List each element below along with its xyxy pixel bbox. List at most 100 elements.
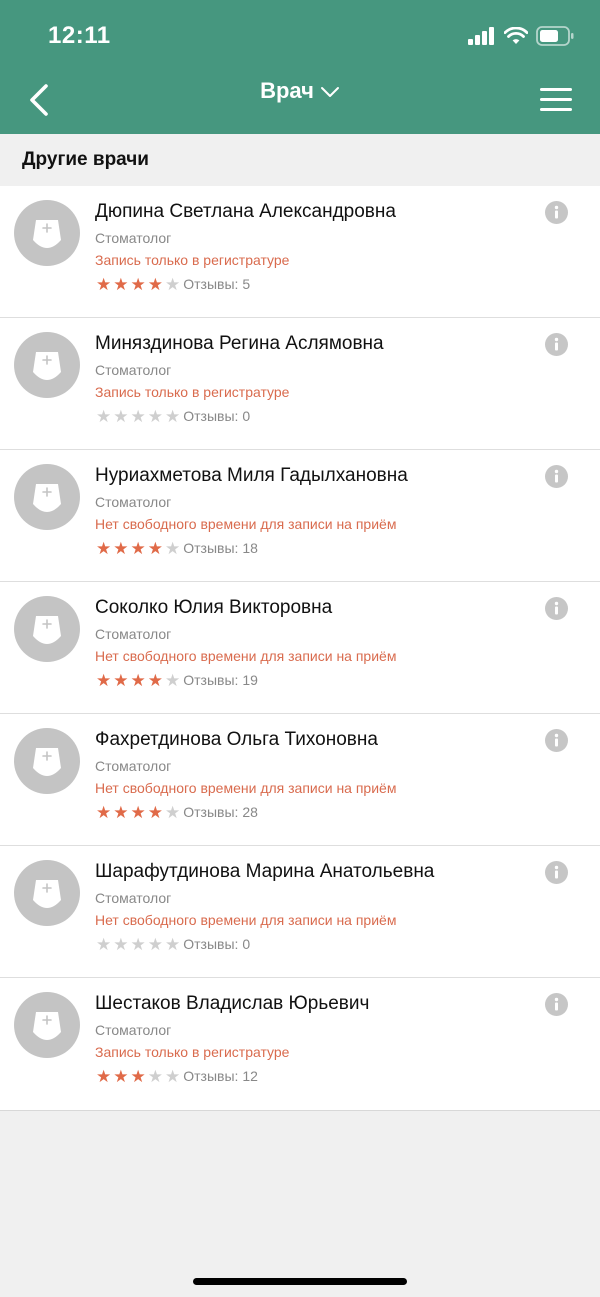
booking-status: Запись только в регистратуре <box>95 252 290 268</box>
star-icon: ★ <box>96 802 112 822</box>
info-button[interactable] <box>545 201 568 224</box>
doctor-specialty: Стоматолог <box>95 362 172 378</box>
star-icon: ★ <box>96 538 112 558</box>
page-title: Врач <box>260 78 314 103</box>
doctor-name: Фахретдинова Ольга Тихоновна <box>95 729 378 750</box>
doctor-list-item[interactable]: Шестаков Владислав Юрьевич Стоматолог За… <box>0 978 600 1110</box>
info-button[interactable] <box>545 993 568 1016</box>
rating: ★ ★ ★ ★ ★ Отзывы: 0 <box>95 935 540 953</box>
booking-status: Нет свободного времени для записи на при… <box>95 912 397 928</box>
star-icon: ★ <box>147 538 163 558</box>
title-dropdown[interactable]: Врач <box>0 78 600 104</box>
rating-stars: ★ ★ ★ ★ ★ <box>96 540 180 557</box>
star-icon: ★ <box>96 1066 112 1086</box>
reviews-number: 0 <box>242 408 251 424</box>
reviews-count: Отзывы: 12 <box>183 1068 258 1084</box>
info-icon <box>554 337 559 351</box>
doctor-name: Нуриахметова Миля Гадылхановна <box>95 465 408 486</box>
booking-status: Нет свободного времени для записи на при… <box>95 648 397 664</box>
reviews-count: Отзывы: 0 <box>183 408 250 424</box>
doctor-list-item[interactable]: Фахретдинова Ольга Тихоновна Стоматолог … <box>0 714 600 846</box>
star-icon: ★ <box>113 274 129 294</box>
info-button[interactable] <box>545 861 568 884</box>
star-icon: ★ <box>96 670 112 690</box>
booking-status: Нет свободного времени для записи на при… <box>95 780 397 796</box>
reviews-label: Отзывы: <box>183 1068 239 1084</box>
star-icon: ★ <box>113 802 129 822</box>
reviews-count: Отзывы: 28 <box>183 804 258 820</box>
star-icon: ★ <box>165 538 181 558</box>
doctor-specialty: Стоматолог <box>95 230 172 246</box>
reviews-count: Отзывы: 18 <box>183 540 258 556</box>
rating: ★ ★ ★ ★ ★ Отзывы: 0 <box>95 407 540 425</box>
rating-stars: ★ ★ ★ ★ ★ <box>96 408 180 425</box>
star-icon: ★ <box>147 934 163 954</box>
status-time: 12:11 <box>48 22 111 49</box>
reviews-number: 28 <box>242 804 258 820</box>
star-icon: ★ <box>130 274 146 294</box>
doctor-name: Дюпина Светлана Александровна <box>95 201 396 222</box>
doctor-list-item[interactable]: Шарафутдинова Марина Анатольевна Стомато… <box>0 846 600 978</box>
doctor-name: Шестаков Владислав Юрьевич <box>95 993 370 1014</box>
reviews-label: Отзывы: <box>183 672 239 688</box>
menu-button[interactable] <box>538 84 576 114</box>
doctor-specialty: Стоматолог <box>95 1022 172 1038</box>
rating: ★ ★ ★ ★ ★ Отзывы: 5 <box>95 275 540 293</box>
reviews-label: Отзывы: <box>183 936 239 952</box>
info-icon <box>554 469 559 483</box>
star-icon: ★ <box>96 274 112 294</box>
battery-icon <box>536 26 574 46</box>
doctor-specialty: Стоматолог <box>95 494 172 510</box>
star-icon: ★ <box>165 802 181 822</box>
doctor-avatar-icon <box>14 200 80 266</box>
home-indicator[interactable] <box>193 1278 407 1285</box>
star-icon: ★ <box>96 934 112 954</box>
star-icon: ★ <box>147 406 163 426</box>
star-icon: ★ <box>130 934 146 954</box>
doctor-specialty: Стоматолог <box>95 890 172 906</box>
info-button[interactable] <box>545 597 568 620</box>
star-icon: ★ <box>147 274 163 294</box>
rating-stars: ★ ★ ★ ★ ★ <box>96 936 180 953</box>
star-icon: ★ <box>165 1066 181 1086</box>
star-icon: ★ <box>147 802 163 822</box>
doctor-avatar-icon <box>14 596 80 662</box>
info-icon <box>554 601 559 615</box>
rating: ★ ★ ★ ★ ★ Отзывы: 19 <box>95 671 540 689</box>
star-icon: ★ <box>113 406 129 426</box>
reviews-number: 0 <box>242 936 251 952</box>
star-icon: ★ <box>165 274 181 294</box>
doctor-list-item[interactable]: Дюпина Светлана Александровна Стоматолог… <box>0 186 600 318</box>
doctor-avatar-icon <box>14 464 80 530</box>
doctor-avatar-icon <box>14 860 80 926</box>
info-button[interactable] <box>545 729 568 752</box>
doctor-name: Шарафутдинова Марина Анатольевна <box>95 861 435 882</box>
doctor-list-item[interactable]: Соколко Юлия Викторовна Стоматолог Нет с… <box>0 582 600 714</box>
star-icon: ★ <box>130 670 146 690</box>
section-title: Другие врачи <box>22 149 149 170</box>
info-icon <box>554 865 559 879</box>
doctor-list-item[interactable]: Миняздинова Регина Аслямовна Стоматолог … <box>0 318 600 450</box>
info-icon <box>554 997 559 1011</box>
star-icon: ★ <box>165 934 181 954</box>
reviews-number: 5 <box>242 276 251 292</box>
reviews-label: Отзывы: <box>183 540 239 556</box>
doctor-list-item[interactable]: Нуриахметова Миля Гадылхановна Стоматоло… <box>0 450 600 582</box>
star-icon: ★ <box>165 670 181 690</box>
doctor-avatar-icon <box>14 728 80 794</box>
wifi-icon <box>504 27 528 44</box>
info-button[interactable] <box>545 465 568 488</box>
star-icon: ★ <box>113 538 129 558</box>
reviews-number: 19 <box>242 672 258 688</box>
reviews-number: 18 <box>242 540 258 556</box>
info-button[interactable] <box>545 333 568 356</box>
rating-stars: ★ ★ ★ ★ ★ <box>96 276 180 293</box>
doctor-specialty: Стоматолог <box>95 758 172 774</box>
reviews-label: Отзывы: <box>183 276 239 292</box>
doctor-avatar-icon <box>14 332 80 398</box>
rating-stars: ★ ★ ★ ★ ★ <box>96 804 180 821</box>
cellular-signal-icon <box>468 27 494 45</box>
reviews-count: Отзывы: 5 <box>183 276 250 292</box>
star-icon: ★ <box>147 1066 163 1086</box>
doctor-list: Дюпина Светлана Александровна Стоматолог… <box>0 186 600 1111</box>
